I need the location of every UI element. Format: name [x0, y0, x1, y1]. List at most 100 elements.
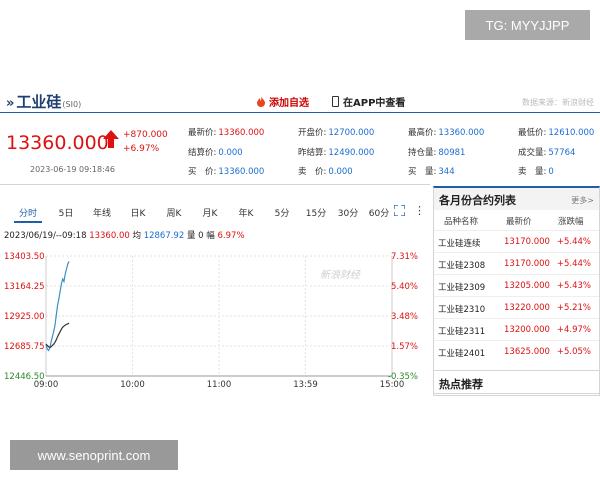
- info-vol: 0: [198, 231, 204, 241]
- tab-30min[interactable]: 30分: [332, 204, 364, 223]
- field-sell-volume: 卖 量: 0: [518, 167, 554, 177]
- contract-price: 13200.000: [504, 325, 550, 335]
- intraday-chart: 13403.5013164.2512925.0012685.7512446.50…: [4, 252, 418, 390]
- contract-row[interactable]: 工业硅2308 13170.000 +5.44%: [434, 252, 599, 274]
- field-settle: 结算价: 0.000: [188, 148, 243, 158]
- add-favorite-button[interactable]: 添加自选: [256, 94, 309, 109]
- contracts-column-header: 品种名称 最新价 涨跌幅: [434, 210, 599, 230]
- field-low: 最低价: 12610.000: [518, 128, 595, 138]
- field-open-interest: 持仓量: 80981: [408, 148, 466, 158]
- contract-price: 13625.000: [504, 347, 550, 357]
- product-code: (SI0): [62, 100, 82, 109]
- field-open: 开盘价: 12700.000: [298, 128, 375, 138]
- change-amount: +870.000: [123, 130, 168, 140]
- field-buy-volume: 买 量: 344: [408, 167, 455, 177]
- contract-name: 工业硅2308: [438, 261, 486, 271]
- field-buy-price: 买 价: 13360.000: [188, 167, 265, 177]
- chart-panel: 分时 5日 年线 日K 周K 月K 年K 5分 15分 30分 60分 ⋮ 20…: [0, 196, 430, 396]
- contract-row[interactable]: 工业硅2311 13200.000 +4.97%: [434, 318, 599, 340]
- fullscreen-icon[interactable]: [394, 205, 405, 216]
- contract-price: 13170.000: [504, 259, 550, 269]
- contract-row[interactable]: 工业硅2309 13205.000 +5.43%: [434, 274, 599, 296]
- contract-change: +4.97%: [556, 325, 591, 335]
- y-tick-label-left: 13164.25: [4, 282, 45, 292]
- hot-recommend-heading: 热点推荐: [433, 370, 600, 396]
- tab-yearly-k[interactable]: 年K: [228, 204, 264, 223]
- contract-row[interactable]: 工业硅2310 13220.000 +5.21%: [434, 296, 599, 318]
- x-tick-label: 13:59: [293, 380, 318, 390]
- average-line: [45, 322, 70, 349]
- contract-row[interactable]: 工业硅2401 13625.000 +5.05%: [434, 340, 599, 362]
- y-tick-label-left: 12925.00: [4, 312, 45, 322]
- col-change: 涨跌幅: [558, 217, 584, 227]
- contracts-more-link[interactable]: 更多>: [571, 195, 594, 206]
- info-avg: 12867.92: [143, 231, 185, 241]
- contract-change: +5.44%: [556, 259, 591, 269]
- y-tick-label-left: 13403.50: [4, 252, 45, 262]
- change-percent: +6.97%: [123, 144, 160, 154]
- contract-name: 工业硅2401: [438, 349, 486, 359]
- tab-intraday[interactable]: 分时: [14, 204, 42, 223]
- chart-info-line: 2023/06/19/--09:18 13360.00 均 12867.92 量…: [4, 229, 245, 241]
- tab-60min[interactable]: 60分: [364, 204, 394, 223]
- more-options-icon[interactable]: ⋮: [414, 204, 425, 217]
- contract-change: +5.44%: [556, 237, 591, 247]
- x-tick-label: 11:00: [207, 380, 232, 390]
- tab-year-line[interactable]: 年线: [84, 204, 120, 223]
- chart-watermark: 新浪财经: [320, 269, 361, 281]
- y-tick-label-left: 12685.75: [4, 342, 45, 352]
- current-price: 13360.000: [6, 132, 109, 154]
- app-view-label: 在APP中查看: [343, 98, 406, 109]
- data-source: 数据来源：新浪财经: [522, 98, 594, 107]
- contracts-header: 各月份合约列表 更多>: [434, 188, 599, 210]
- col-price: 最新价: [506, 217, 532, 227]
- website-watermark: www.senoprint.com: [10, 440, 178, 470]
- quote-timestamp: 2023-06-19 09:18:46: [30, 165, 115, 174]
- contract-price: 13170.000: [504, 237, 550, 247]
- info-avg-label: 均: [132, 231, 141, 241]
- up-arrow-icon: [103, 130, 119, 148]
- field-prev-settle: 昨结算: 12490.000: [298, 148, 375, 158]
- contract-price: 13205.000: [504, 281, 550, 291]
- contract-price: 13220.000: [504, 303, 550, 313]
- chart-tabs: 分时 5日 年线 日K 周K 月K 年K 5分 15分 30分 60分: [14, 204, 394, 223]
- field-high: 最高价: 13360.000: [408, 128, 485, 138]
- phone-icon: [332, 96, 339, 107]
- price-change: +870.000 +6.97%: [123, 128, 168, 156]
- tab-5day[interactable]: 5日: [48, 204, 84, 223]
- x-tick-label: 10:00: [120, 380, 145, 390]
- tab-monthly-k[interactable]: 月K: [192, 204, 228, 223]
- tg-watermark: TG: MYYJJPP: [465, 10, 590, 40]
- quote-panel: 13360.000 +870.000 +6.97% 2023-06-19 09:…: [0, 114, 600, 180]
- y-tick-label-right: 5.40%: [391, 282, 418, 292]
- contract-name: 工业硅连续: [438, 239, 481, 249]
- info-vol-label: 量: [186, 231, 196, 241]
- x-tick-label: 09:00: [34, 380, 59, 390]
- contract-change: +5.05%: [556, 347, 591, 357]
- y-tick-label-right: 7.31%: [391, 252, 418, 262]
- field-latest: 最新价: 13360.000: [188, 128, 265, 138]
- contracts-panel: 各月份合约列表 更多> 品种名称 最新价 涨跌幅 工业硅连续 13170.000 +…: [433, 186, 600, 394]
- info-price: 13360.00: [89, 231, 130, 241]
- page-title: » 工业硅(SI0): [6, 91, 81, 112]
- tab-15min[interactable]: 15分: [300, 204, 332, 223]
- app-view-button[interactable]: 在APP中查看: [332, 94, 405, 109]
- contracts-title: 各月份合约列表: [439, 194, 516, 207]
- y-tick-label-right: 3.48%: [391, 312, 418, 322]
- info-datetime: 2023/06/19/--09:18: [4, 231, 87, 241]
- contract-change: +5.43%: [556, 281, 591, 291]
- contract-name: 工业硅2311: [438, 327, 486, 337]
- tab-weekly-k[interactable]: 周K: [156, 204, 192, 223]
- x-tick-label: 15:00: [380, 380, 405, 390]
- contract-row[interactable]: 工业硅连续 13170.000 +5.44%: [434, 230, 599, 252]
- add-favorite-label: 添加自选: [269, 98, 309, 109]
- flame-icon: [257, 96, 265, 107]
- info-amp-label: 幅: [206, 231, 215, 241]
- tab-5min[interactable]: 5分: [264, 204, 300, 223]
- double-chevron-icon: »: [6, 96, 15, 111]
- title-bar: » 工业硅(SI0) 添加自选 在APP中查看 数据来源：新浪财经: [0, 88, 600, 113]
- y-tick-label-right: 1.57%: [391, 342, 418, 352]
- contract-change: +5.21%: [556, 303, 591, 313]
- field-sell-price: 卖 价: 0.000: [298, 167, 353, 177]
- tab-daily-k[interactable]: 日K: [120, 204, 156, 223]
